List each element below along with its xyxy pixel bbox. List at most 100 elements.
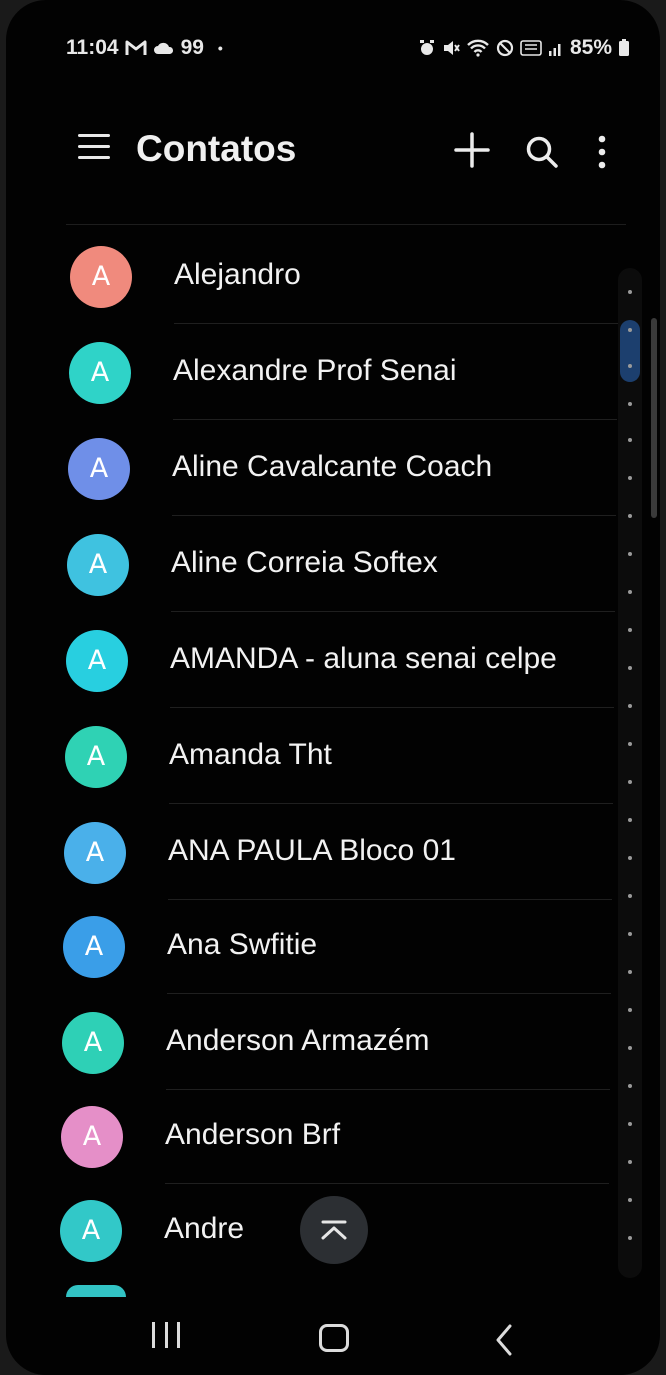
index-dot [628, 514, 632, 518]
phone-screen: 11:04 99 • 85% Contatos A Alejandro A Al… [6, 0, 660, 1375]
battery-icon [619, 39, 629, 56]
volte-icon [520, 40, 542, 56]
contact-name: Alejandro [174, 258, 301, 291]
search-icon [526, 136, 558, 168]
more-options-button[interactable] [590, 132, 614, 172]
contact-name: Amanda Tht [169, 738, 332, 771]
plus-icon [454, 132, 490, 168]
avatar: A [60, 1200, 122, 1262]
avatar: A [69, 342, 131, 404]
contact-name: Anderson Brf [165, 1118, 341, 1151]
scroll-top-icon [321, 1220, 347, 1240]
cloud-icon [153, 42, 173, 54]
contact-name: Andre [164, 1212, 245, 1245]
gmail-icon [125, 40, 147, 55]
contact-row-0[interactable]: A Alejandro [38, 228, 626, 324]
contact-row-8[interactable]: A Anderson Armazém [36, 994, 620, 1090]
avatar: A [68, 438, 130, 500]
status-right: 85% [418, 36, 630, 60]
contact-name: Aline Cavalcante Coach [172, 450, 493, 483]
status-time: 11:04 [66, 36, 119, 59]
add-contact-button[interactable] [452, 130, 492, 170]
index-dot [628, 290, 632, 294]
contact-row-3[interactable]: A Aline Correia Softex [36, 516, 625, 612]
contact-row-1[interactable]: A Alexandre Prof Senai [37, 324, 626, 420]
signal-icon [548, 44, 561, 56]
search-button[interactable] [524, 134, 560, 170]
more-vertical-icon [598, 135, 606, 169]
menu-icon-line [78, 156, 110, 159]
contact-row-7[interactable]: A Ana Swfitie [36, 898, 621, 994]
navigation-bar [6, 1300, 660, 1375]
index-dot [628, 1046, 632, 1050]
battery-percent: 85% [569, 36, 612, 59]
app-bar: Contatos [6, 120, 660, 190]
wifi-icon [467, 39, 489, 57]
back-button[interactable] [490, 1322, 520, 1358]
recent-apps-icon-bar [164, 1322, 168, 1348]
contact-row-5[interactable]: A Amanda Tht [36, 708, 623, 804]
avatar-partial [66, 1285, 126, 1297]
avatar: A [61, 1106, 123, 1168]
index-dot [628, 590, 632, 594]
menu-button[interactable] [78, 134, 110, 164]
recent-apps-icon [152, 1322, 155, 1348]
avatar: A [65, 726, 127, 788]
index-dot [628, 1122, 632, 1126]
index-dot [628, 328, 632, 332]
contact-name: Aline Correia Softex [171, 546, 438, 579]
index-dot [628, 364, 632, 368]
index-dot [628, 1084, 632, 1088]
recent-apps-button[interactable] [152, 1322, 180, 1348]
list-divider [66, 224, 626, 225]
contact-row-6[interactable]: A ANA PAULA Bloco 01 [36, 804, 622, 900]
avatar: A [63, 916, 125, 978]
menu-icon-line [78, 145, 110, 148]
index-dot [628, 628, 632, 632]
index-dot [628, 476, 632, 480]
alarm-icon [419, 40, 434, 55]
index-dot [628, 932, 632, 936]
scrollbar[interactable] [651, 318, 657, 518]
contact-row-2[interactable]: A Aline Cavalcante Coach [36, 420, 626, 516]
alphabet-index-scroller[interactable] [618, 268, 642, 1278]
notification-dot: • [217, 40, 223, 56]
index-dot [628, 894, 632, 898]
index-dot [628, 1160, 632, 1164]
index-dot [628, 402, 632, 406]
index-dot [628, 1008, 632, 1012]
index-dot [628, 818, 632, 822]
index-dot [628, 970, 632, 974]
index-dot [628, 742, 632, 746]
contact-name: AMANDA - aluna senai celpe [170, 642, 557, 675]
index-dot [628, 438, 632, 442]
avatar: A [67, 534, 129, 596]
contact-name: Alexandre Prof Senai [173, 354, 457, 387]
index-dot [628, 856, 632, 860]
index-dot [628, 1236, 632, 1240]
avatar: A [62, 1012, 124, 1074]
contact-name: Ana Swfitie [167, 928, 318, 961]
contact-row-9[interactable]: A Anderson Brf [36, 1088, 619, 1184]
do-not-disturb-icon [496, 39, 514, 57]
index-dot [628, 704, 632, 708]
menu-icon [78, 134, 110, 137]
home-button[interactable] [319, 1324, 349, 1352]
scroll-to-top-button[interactable] [300, 1196, 368, 1264]
contact-name: Anderson Armazém [166, 1024, 430, 1057]
avatar: A [64, 822, 126, 884]
contact-row-4[interactable]: A AMANDA - aluna senai celpe [36, 612, 624, 708]
contact-list[interactable]: A Alejandro A Alexandre Prof Senai A Ali… [36, 218, 626, 1288]
status-left: 11:04 99 • [66, 36, 223, 60]
mute-icon [443, 41, 460, 55]
back-icon [496, 1324, 512, 1356]
page-title: Contatos [136, 128, 297, 169]
contact-name: ANA PAULA Bloco 01 [168, 834, 456, 867]
index-dot [628, 552, 632, 556]
recent-apps-icon-bar [177, 1322, 180, 1348]
index-dot [628, 666, 632, 670]
index-dot [628, 780, 632, 784]
index-dot [628, 1198, 632, 1202]
status-bar: 11:04 99 • 85% [6, 28, 660, 68]
avatar: A [66, 630, 128, 692]
